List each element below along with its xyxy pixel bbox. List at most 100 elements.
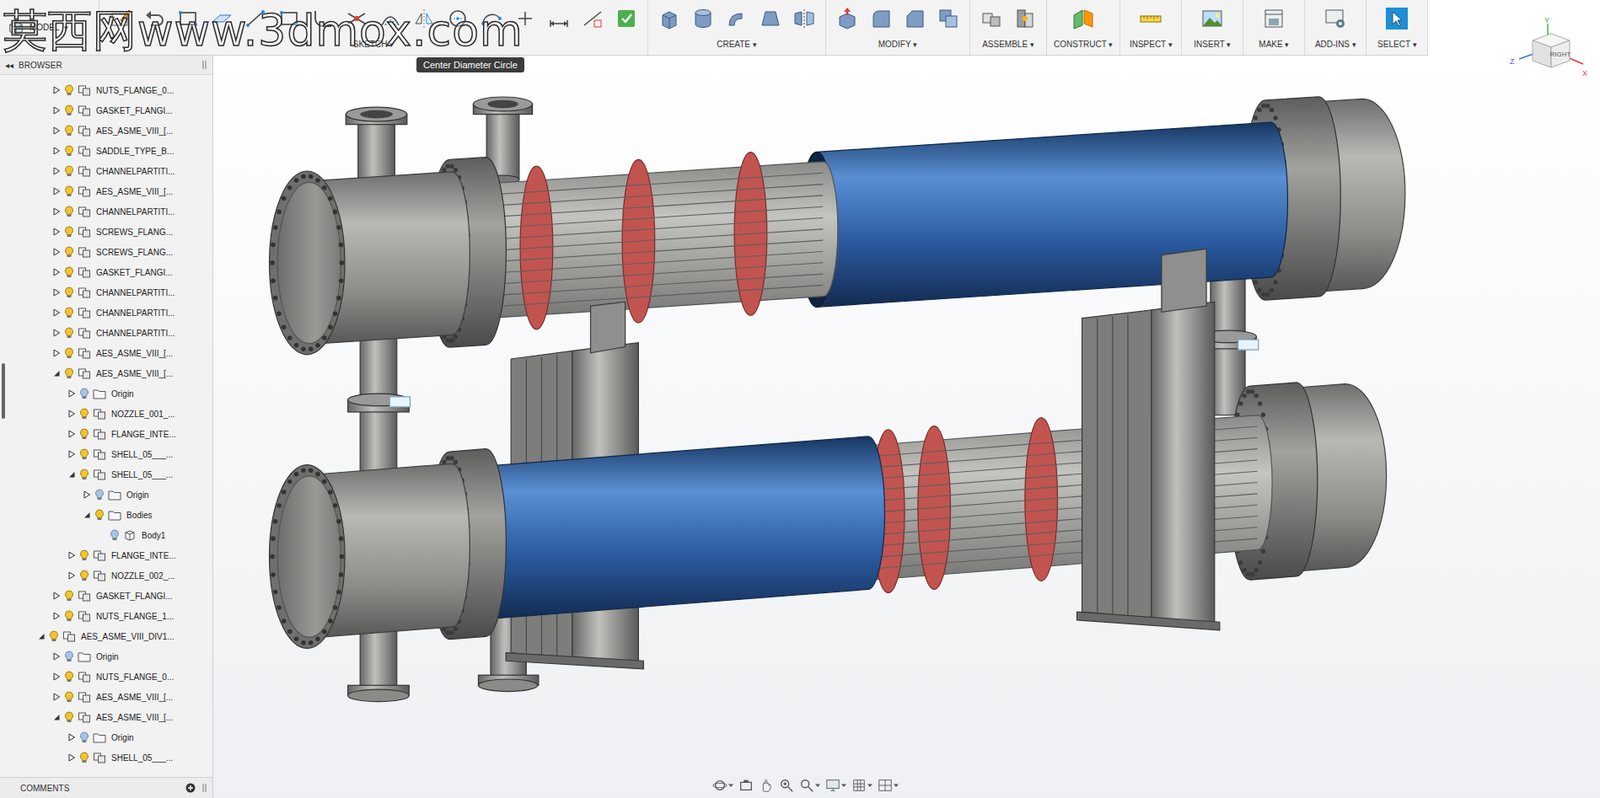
expand-icon[interactable] <box>52 652 61 661</box>
lightbulb-icon[interactable] <box>78 448 91 461</box>
group-menu[interactable]: MAKE ▾ <box>1258 39 1289 55</box>
group-menu[interactable]: INSERT ▾ <box>1193 39 1231 55</box>
nav-button[interactable] <box>711 777 735 795</box>
lightbulb-icon[interactable] <box>63 266 76 279</box>
tree-label[interactable]: AES_ASME_VIII_[... <box>96 713 173 723</box>
fillet-icon[interactable] <box>869 6 893 31</box>
tree-row[interactable]: GASKET_FLANGI... <box>5 262 213 283</box>
lightbulb-icon[interactable] <box>63 225 76 238</box>
zoom-icon[interactable] <box>778 778 795 794</box>
expand-icon[interactable] <box>52 369 61 378</box>
tool-button[interactable] <box>274 4 304 33</box>
sketch-icon[interactable] <box>108 6 133 31</box>
tree-row[interactable]: AES_ASME_VIII_[... <box>5 343 213 364</box>
lightbulb-icon[interactable] <box>78 731 91 744</box>
orbit-icon[interactable] <box>712 778 728 794</box>
lightbulb-icon[interactable] <box>63 610 76 623</box>
tree-label[interactable]: NUTS_FLANGE_0... <box>96 672 174 682</box>
tool-button[interactable] <box>409 4 439 33</box>
expand-icon[interactable] <box>52 612 61 621</box>
expand-icon[interactable] <box>52 146 61 156</box>
tree-row[interactable]: NOZZLE_001_... <box>5 403 213 425</box>
tree-row[interactable]: NUTS_FLANGE_0... <box>5 666 213 688</box>
tool-button[interactable] <box>375 4 405 33</box>
circle-icon[interactable] <box>445 6 470 31</box>
tree-row[interactable]: SADDLE_TYPE_B... <box>5 140 213 162</box>
tool-button[interactable] <box>756 4 785 33</box>
arc-icon[interactable] <box>479 6 504 31</box>
measure-icon[interactable] <box>1138 6 1163 31</box>
tree-label[interactable]: Origin <box>111 733 135 743</box>
cube-face-label[interactable]: RIGHT <box>1550 50 1572 59</box>
point-icon[interactable] <box>513 6 537 31</box>
lightbulb-icon[interactable] <box>78 569 91 582</box>
capture-icon[interactable] <box>738 778 754 794</box>
lightbulb-icon[interactable] <box>48 630 60 643</box>
select-icon[interactable] <box>1385 6 1409 31</box>
chamfer-icon[interactable] <box>902 6 927 31</box>
tree-label[interactable]: AES_ASME_VIII_DIV1... <box>80 632 175 642</box>
tree-label[interactable]: GASKET_FLANGI... <box>96 106 173 116</box>
lightbulb-icon[interactable] <box>78 387 91 400</box>
expand-icon[interactable] <box>52 166 61 176</box>
expand-icon[interactable] <box>52 247 61 257</box>
tree-label[interactable]: CHANNELPARTITI... <box>96 308 176 318</box>
tree-row[interactable]: SHELL_05___... <box>5 747 213 768</box>
tree-label[interactable]: Origin <box>111 389 135 399</box>
tool-button[interactable] <box>612 4 641 33</box>
add-comment-icon[interactable] <box>185 783 196 794</box>
joint-icon[interactable] <box>1013 6 1037 31</box>
tree-label[interactable]: SHELL_05___... <box>111 470 173 480</box>
offset-icon[interactable] <box>378 6 403 31</box>
comments-label[interactable]: COMMENTS <box>20 783 179 794</box>
lightbulb-icon[interactable] <box>63 165 76 178</box>
viewports-icon[interactable] <box>877 778 893 794</box>
tree-row[interactable]: CHANNELPARTITI... <box>5 322 213 344</box>
tool-button[interactable] <box>207 4 237 33</box>
tree-label[interactable]: CHANNELPARTITI... <box>96 328 176 339</box>
tool-button[interactable] <box>866 4 896 33</box>
group-menu[interactable]: CONSTRUCT ▾ <box>1053 39 1113 55</box>
tree-label[interactable]: SADDLE_TYPE_B... <box>96 146 174 156</box>
tree-row[interactable]: SCREWS_FLANG... <box>5 241 213 263</box>
nav-button[interactable] <box>778 777 795 795</box>
tree-row[interactable]: AES_ASME_VIII_[... <box>5 687 213 708</box>
lightbulb-icon[interactable] <box>63 124 76 137</box>
lightbulb-icon[interactable] <box>63 711 76 724</box>
tree-row[interactable]: FLANGE_INTE... <box>5 545 213 566</box>
dropdown-icon[interactable] <box>867 783 873 789</box>
tree-row[interactable]: GASKET_FLANGI... <box>5 585 213 607</box>
finish-icon[interactable] <box>614 6 639 31</box>
lightbulb-icon[interactable] <box>63 185 76 198</box>
lightbulb-icon[interactable] <box>63 286 76 299</box>
connecting-pipe[interactable] <box>348 326 411 480</box>
scrollbar[interactable] <box>0 80 6 778</box>
tree-label[interactable]: Bodies <box>126 510 153 521</box>
dim-icon[interactable] <box>547 6 571 31</box>
tree-row[interactable]: GASKET_FLANGI... <box>5 100 213 121</box>
tree-row[interactable]: AES_ASME_VIII_[... <box>5 120 213 141</box>
tree-row[interactable]: Origin <box>5 484 213 505</box>
lightbulb-icon[interactable] <box>63 144 76 157</box>
tool-button[interactable] <box>832 4 862 33</box>
expand-icon[interactable] <box>52 106 61 115</box>
grip-icon[interactable] <box>202 783 208 794</box>
tree-label[interactable]: NUTS_FLANGE_0... <box>96 85 174 96</box>
expand-icon[interactable] <box>67 389 76 398</box>
tube-bundle[interactable] <box>465 152 838 330</box>
tree-label[interactable]: SCREWS_FLANG... <box>96 247 173 258</box>
tool-button[interactable] <box>1010 4 1040 33</box>
expand-icon[interactable] <box>52 268 61 277</box>
dropdown-icon[interactable] <box>815 783 821 789</box>
tree-row[interactable]: FLANGE_INTE... <box>5 424 213 445</box>
channel-cover[interactable] <box>269 171 346 355</box>
expand-icon[interactable] <box>52 308 61 317</box>
lightbulb-icon[interactable] <box>93 488 106 501</box>
expand-icon[interactable] <box>52 126 61 135</box>
tool-button[interactable] <box>1382 4 1412 33</box>
rect-icon[interactable] <box>277 6 301 31</box>
fillet2d-icon[interactable] <box>311 6 335 31</box>
combine-icon[interactable] <box>936 6 961 31</box>
tree-row[interactable]: Body1 <box>5 525 213 546</box>
pan-icon[interactable] <box>758 778 774 794</box>
